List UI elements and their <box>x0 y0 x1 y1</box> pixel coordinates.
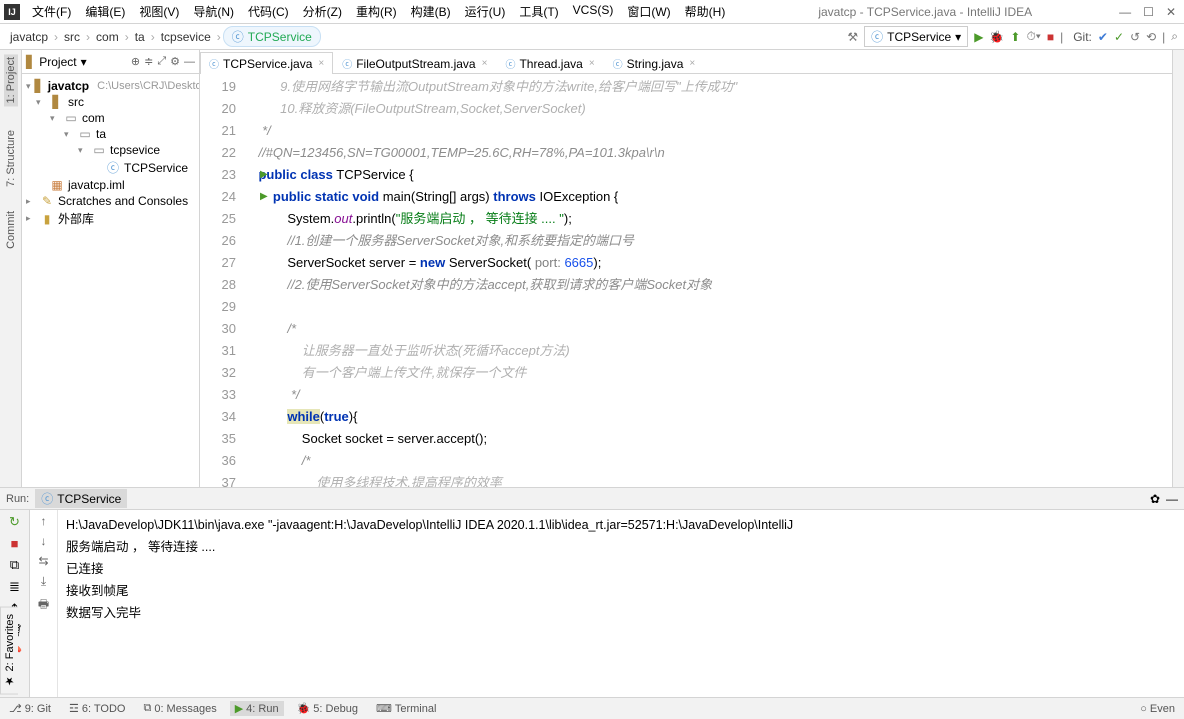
close-icon[interactable]: × <box>482 58 488 69</box>
code-content[interactable]: 9.使用网络字节输出流OutputStream对象中的方法write,给客户端回… <box>244 74 1172 487</box>
run-console[interactable]: H:\JavaDevelop\JDK11\bin\java.exe "-java… <box>58 510 1184 697</box>
left-tool-strip: 1: Project 7: Structure Commit <box>0 50 22 487</box>
code-editor[interactable]: 1920212223▶24▶25262728293031323334353637… <box>200 74 1172 487</box>
bc-ta[interactable]: ta <box>131 29 149 45</box>
menu-view[interactable]: 视图(V) <box>133 1 185 22</box>
git-commit-icon[interactable]: ✓ <box>1114 30 1124 44</box>
stop-button[interactable]: ■ <box>1047 30 1054 44</box>
sb-terminal[interactable]: ⌨ Terminal <box>371 701 441 716</box>
run-label: Run: <box>6 493 29 505</box>
select-opened-icon[interactable]: ⊕ <box>131 55 140 68</box>
git-label: Git: <box>1073 30 1092 44</box>
toolwindow-structure[interactable]: 7: Structure <box>5 130 17 187</box>
git-revert-icon[interactable]: ⟲ <box>1146 30 1156 44</box>
close-icon[interactable]: × <box>589 58 595 69</box>
stop-icon[interactable]: ■ <box>11 536 19 551</box>
menu-navigate[interactable]: 导航(N) <box>187 1 240 22</box>
right-tool-strip <box>1172 50 1184 487</box>
run-side-toolbar-2: ↑ ↓ ⇆ ⤓ 🖶 <box>30 510 58 697</box>
menu-refactor[interactable]: 重构(R) <box>350 1 403 22</box>
minimize-button[interactable]: — <box>1119 5 1131 19</box>
menu-analyze[interactable]: 分析(Z) <box>297 1 348 22</box>
scroll-end-icon[interactable]: ⤓ <box>41 574 46 589</box>
toolwindow-commit[interactable]: Commit <box>5 211 17 249</box>
git-history-icon[interactable]: ↺ <box>1130 30 1140 44</box>
toolwindow-project[interactable]: 1: Project <box>4 54 18 106</box>
maximize-button[interactable]: ☐ <box>1143 5 1154 19</box>
tab-tcpservice[interactable]: ⓒTCPService.java× <box>200 52 333 74</box>
collapse-icon[interactable]: ⤢ <box>157 55 166 68</box>
project-panel-header: ▋ Project ▾ ⊕ ≑ ⤢ ⚙ — <box>22 50 199 74</box>
git-update-icon[interactable]: ✔ <box>1098 30 1108 44</box>
profile-button[interactable]: ⏱▾ <box>1026 29 1040 44</box>
soft-wrap-icon[interactable]: ⇆ <box>38 554 48 568</box>
layout-icon[interactable]: ⧉ <box>10 557 19 573</box>
navigation-bar: javatcp› src› com› ta› tcpsevice› ⓒTCPSe… <box>0 24 1184 50</box>
project-tree[interactable]: ▾▋javatcpC:\Users\CRJ\Deskto ▾▋src ▾▭com… <box>22 74 199 487</box>
tree-tcpservice-class[interactable]: TCPService <box>124 161 188 175</box>
bc-class[interactable]: ⓒTCPService <box>223 26 321 47</box>
status-bar: ⎇ 9: Git ☲ 6: TODO ⧉ 0: Messages ▶ 4: Ru… <box>0 697 1184 719</box>
editor-area: ⓒTCPService.java× ⓒFileOutputStream.java… <box>200 50 1172 487</box>
menu-run[interactable]: 运行(U) <box>459 1 512 22</box>
sb-eventlog[interactable]: ○ Even <box>1135 702 1180 716</box>
toolbar-right: ⚒ ⓒTCPService▾ ▶ 🐞 ⬆ ⏱▾ ■ | Git: ✔ ✓ ↺ ⟲… <box>847 26 1178 47</box>
app-logo: IJ <box>4 4 20 20</box>
menu-edit[interactable]: 编辑(E) <box>79 1 131 22</box>
tab-string[interactable]: ⓒString.java× <box>604 52 705 74</box>
close-icon[interactable]: × <box>318 58 324 69</box>
hide-icon[interactable]: — <box>184 56 195 68</box>
run-settings-icon[interactable]: ✿ <box>1150 492 1160 506</box>
close-button[interactable]: ✕ <box>1166 5 1176 19</box>
rerun-icon[interactable]: ↻ <box>9 514 20 530</box>
bc-pkg[interactable]: tcpsevice <box>157 29 215 45</box>
project-view-selector[interactable]: Project <box>39 55 76 69</box>
expand-all-icon[interactable]: ≑ <box>144 55 153 68</box>
coverage-button[interactable]: ⬆ <box>1010 30 1020 44</box>
editor-gutter[interactable]: 1920212223▶24▶25262728293031323334353637 <box>200 74 244 487</box>
gear-icon[interactable]: ⚙ <box>170 55 180 68</box>
breadcrumb: javatcp› src› com› ta› tcpsevice› ⓒTCPSe… <box>6 26 847 47</box>
bc-com[interactable]: com <box>92 29 123 45</box>
run-button[interactable]: ▶ <box>974 30 983 44</box>
sb-messages[interactable]: ⧉ 0: Messages <box>138 701 221 716</box>
title-bar: IJ 文件(F) 编辑(E) 视图(V) 导航(N) 代码(C) 分析(Z) 重… <box>0 0 1184 24</box>
menu-code[interactable]: 代码(C) <box>242 1 295 22</box>
project-panel: ▋ Project ▾ ⊕ ≑ ⤢ ⚙ — ▾▋javatcpC:\Users\… <box>22 50 200 487</box>
filters-icon[interactable]: ≣ <box>9 579 20 595</box>
search-icon[interactable]: ⌕ <box>1171 29 1178 44</box>
menu-bar: 文件(F) 编辑(E) 视图(V) 导航(N) 代码(C) 分析(Z) 重构(R… <box>26 1 731 22</box>
sb-run[interactable]: ▶ 4: Run <box>230 701 284 716</box>
close-icon[interactable]: × <box>689 58 695 69</box>
down-icon[interactable]: ↓ <box>41 534 47 548</box>
run-tool-window: Run: ⓒTCPService ✿ — ↻ ■ ⧉ ≣ ↥ 🗑 📌 ↑ ↓ ⇆… <box>0 487 1184 697</box>
print-icon[interactable]: 🖶 <box>38 595 49 616</box>
window-title: javatcp - TCPService.java - IntelliJ IDE… <box>731 5 1119 19</box>
sb-debug[interactable]: 🐞 5: Debug <box>292 701 363 716</box>
tab-thread[interactable]: ⓒThread.java× <box>496 52 603 74</box>
menu-tools[interactable]: 工具(T) <box>513 1 564 22</box>
run-config-selector[interactable]: ⓒTCPService▾ <box>864 26 968 47</box>
debug-button[interactable]: 🐞 <box>989 30 1004 44</box>
menu-window[interactable]: 窗口(W) <box>621 1 676 22</box>
menu-build[interactable]: 构建(B) <box>405 1 457 22</box>
sb-git[interactable]: ⎇ 9: Git <box>4 701 56 716</box>
menu-file[interactable]: 文件(F) <box>26 1 77 22</box>
menu-vcs[interactable]: VCS(S) <box>567 1 620 22</box>
hammer-icon[interactable]: ⚒ <box>847 30 858 44</box>
toolwindow-favorites[interactable]: ★ 2: Favorites <box>0 607 18 695</box>
bc-root[interactable]: javatcp <box>6 29 52 45</box>
editor-tabs: ⓒTCPService.java× ⓒFileOutputStream.java… <box>200 50 1172 74</box>
run-config-tab[interactable]: ⓒTCPService <box>35 489 127 508</box>
run-hide-icon[interactable]: — <box>1166 492 1178 506</box>
bc-src[interactable]: src <box>60 29 84 45</box>
tab-fileoutputstream[interactable]: ⓒFileOutputStream.java× <box>333 52 496 74</box>
menu-help[interactable]: 帮助(H) <box>679 1 732 22</box>
sb-todo[interactable]: ☲ 6: TODO <box>64 701 130 716</box>
up-icon[interactable]: ↑ <box>41 514 47 528</box>
